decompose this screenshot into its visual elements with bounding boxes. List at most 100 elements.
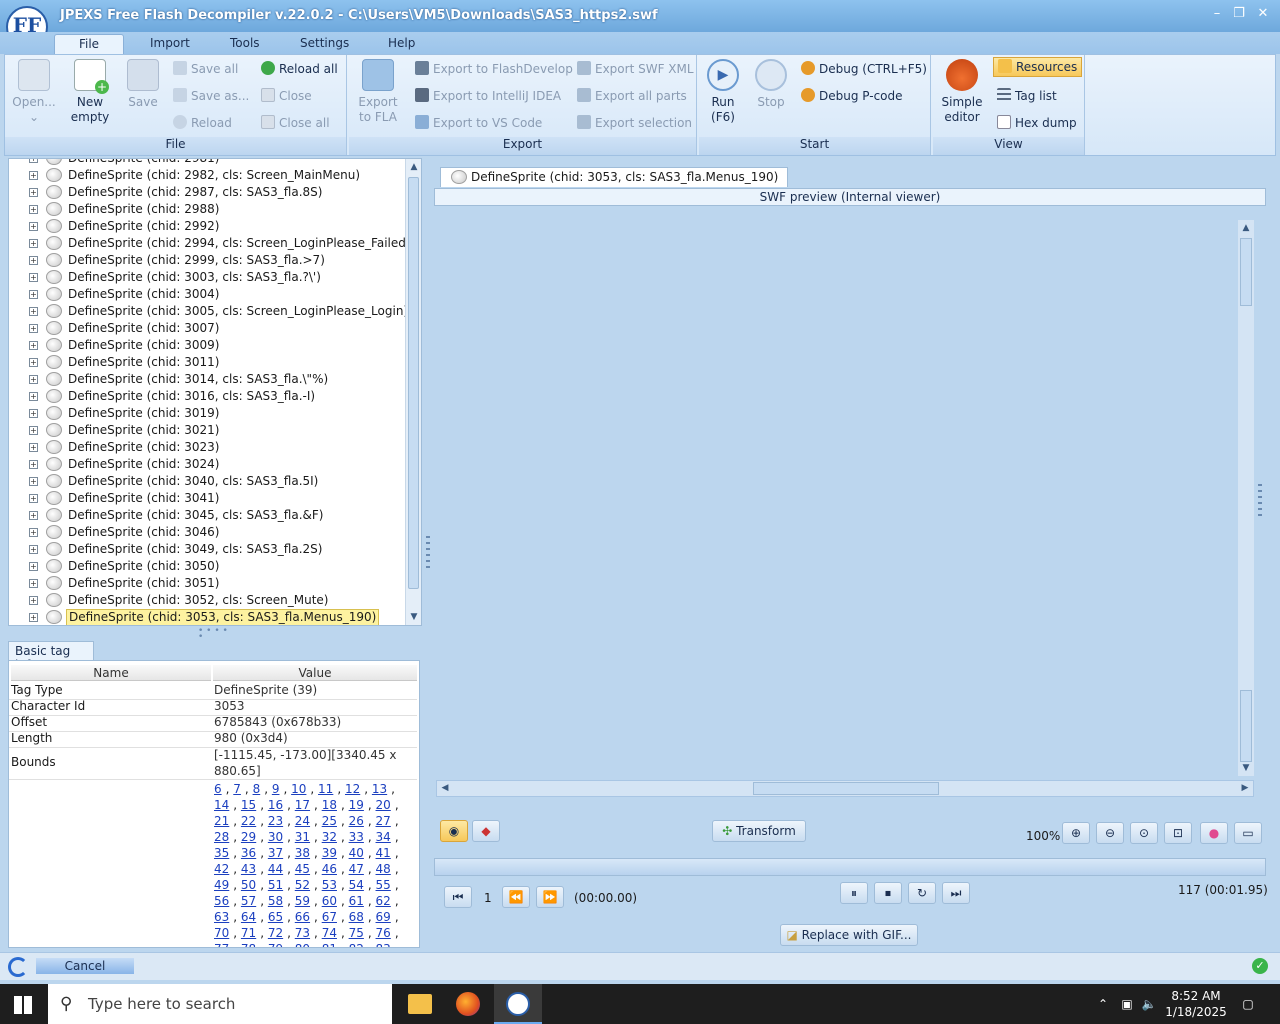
frame-link[interactable]: 65 — [268, 910, 283, 924]
frame-link[interactable]: 40 — [349, 846, 364, 860]
preview-hscrollbar[interactable]: ◀ ▶ — [436, 780, 1254, 797]
frame-link[interactable]: 21 — [214, 814, 229, 828]
frame-link[interactable]: 15 — [241, 798, 256, 812]
zoom-out-button[interactable]: ⊖ — [1096, 822, 1124, 844]
expand-icon[interactable]: + — [29, 256, 38, 265]
preview-vscrollbar[interactable]: ▲ ▼ — [1238, 220, 1254, 776]
expand-icon[interactable]: + — [29, 511, 38, 520]
frame-link[interactable]: 17 — [295, 798, 310, 812]
expand-icon[interactable]: + — [29, 613, 38, 622]
expand-icon[interactable]: + — [29, 579, 38, 588]
splitter-handle[interactable]: • • • • • — [198, 627, 228, 642]
frame-link[interactable]: 12 — [345, 782, 360, 796]
tree-item[interactable]: + DefineSprite (chid: 3023) — [9, 439, 405, 456]
expand-icon[interactable]: + — [29, 426, 38, 435]
frame-link[interactable]: 54 — [349, 878, 364, 892]
frame-link[interactable]: 77 — [214, 942, 229, 947]
firefox-icon[interactable] — [444, 984, 492, 1024]
frame-link[interactable]: 22 — [241, 814, 256, 828]
debug-pcode-button[interactable]: Debug P-code — [801, 86, 903, 106]
new-empty-button[interactable]: + New empty — [65, 57, 115, 125]
color-picker-button[interactable]: ● — [1200, 822, 1228, 844]
tree-item[interactable]: + DefineSprite (chid: 3053, cls: SAS3_fla… — [9, 609, 405, 625]
loop-button[interactable]: ↻ — [908, 882, 936, 904]
expand-icon[interactable]: + — [29, 392, 38, 401]
frame-link[interactable]: 83 — [376, 942, 391, 947]
tree-item[interactable]: + DefineSprite (chid: 3014, cls: SAS3_fla… — [9, 371, 405, 388]
tag-list-button[interactable]: Tag list — [997, 86, 1057, 106]
tree-item[interactable]: + DefineSprite (chid: 3007) — [9, 320, 405, 337]
tree-scroll-thumb[interactable] — [408, 177, 419, 589]
frame-link[interactable]: 39 — [322, 846, 337, 860]
frame-link[interactable]: 24 — [295, 814, 310, 828]
frame-link[interactable]: 58 — [268, 894, 283, 908]
save-button[interactable]: Save — [121, 57, 165, 110]
frame-link[interactable]: 50 — [241, 878, 256, 892]
tree-item[interactable]: + DefineSprite (chid: 3045, cls: SAS3_fla… — [9, 507, 405, 524]
zoom-fit-button[interactable]: ⊙ — [1130, 822, 1158, 844]
frame-link[interactable]: 79 — [268, 942, 283, 947]
run-button[interactable]: ▶ Run (F6) — [703, 57, 743, 125]
expand-icon[interactable]: + — [29, 171, 38, 180]
menu-import[interactable]: Import — [140, 34, 200, 54]
tree-item[interactable]: + DefineSprite (chid: 2982, cls: Screen_M… — [9, 167, 405, 184]
cancel-button[interactable]: Cancel — [36, 958, 134, 974]
expand-icon[interactable]: + — [29, 375, 38, 384]
frame-link[interactable]: 49 — [214, 878, 229, 892]
tree-item[interactable]: + DefineSprite (chid: 3016, cls: SAS3_fla… — [9, 388, 405, 405]
frame-link[interactable]: 61 — [349, 894, 364, 908]
preview-canvas[interactable] — [434, 208, 1256, 782]
vertical-splitter[interactable] — [426, 536, 430, 572]
close-all-button[interactable]: Close all — [261, 113, 330, 133]
frame-link[interactable]: 75 — [349, 926, 364, 940]
frame-link[interactable]: 67 — [322, 910, 337, 924]
scroll-down-icon[interactable]: ▼ — [1238, 760, 1254, 776]
frame-link[interactable]: 51 — [268, 878, 283, 892]
frame-link[interactable]: 36 — [241, 846, 256, 860]
frame-link[interactable]: 25 — [322, 814, 337, 828]
frame-link[interactable]: 27 — [376, 814, 391, 828]
expand-icon[interactable]: + — [29, 159, 38, 163]
frame-link[interactable]: 56 — [214, 894, 229, 908]
frame-link[interactable]: 16 — [268, 798, 283, 812]
sprite-tab[interactable]: DefineSprite (chid: 3053, cls: SAS3_fla.… — [440, 167, 788, 187]
close-button[interactable]: Close — [261, 86, 312, 106]
expand-icon[interactable]: + — [29, 477, 38, 486]
export-fla-button[interactable]: Export to FLA — [355, 57, 401, 125]
export-swf-xml-button[interactable]: Export SWF XML — [577, 59, 694, 79]
frame-link[interactable]: 68 — [349, 910, 364, 924]
scroll-up-icon[interactable]: ▲ — [1238, 220, 1254, 236]
resources-button[interactable]: Resources — [993, 57, 1083, 77]
scroll-down-icon[interactable]: ▼ — [406, 609, 421, 625]
ffdec-taskbar-icon[interactable] — [494, 984, 542, 1024]
frame-link[interactable]: 14 — [214, 798, 229, 812]
network-icon[interactable]: ▣ — [1118, 984, 1136, 1024]
tree-item[interactable]: + DefineSprite (chid: 2999, cls: SAS3_fla… — [9, 252, 405, 269]
tree-item[interactable]: + DefineSprite (chid: 3011) — [9, 354, 405, 371]
volume-icon[interactable]: 🔈 — [1140, 984, 1158, 1024]
scroll-up-icon[interactable]: ▲ — [406, 159, 421, 175]
menu-file[interactable]: File — [54, 34, 124, 54]
transform-button[interactable]: ✣ Transform — [712, 820, 806, 842]
tree-item[interactable]: + DefineSprite (chid: 3009) — [9, 337, 405, 354]
expand-icon[interactable]: + — [29, 545, 38, 554]
expand-icon[interactable]: + — [29, 307, 38, 316]
tree-item[interactable]: + DefineSprite (chid: 2988) — [9, 201, 405, 218]
reload-all-button[interactable]: Reload all — [261, 59, 338, 79]
frame-link[interactable]: 60 — [322, 894, 337, 908]
replace-with-gif-button[interactable]: ◪ Replace with GIF... — [780, 924, 918, 946]
frame-link[interactable]: 43 — [241, 862, 256, 876]
frame-link[interactable]: 74 — [322, 926, 337, 940]
maximize-icon[interactable]: ❐ — [1230, 6, 1248, 24]
expand-icon[interactable]: + — [29, 239, 38, 248]
tree-item[interactable]: + DefineSprite (chid: 3052, cls: Screen_M… — [9, 592, 405, 609]
frame-link[interactable]: 37 — [268, 846, 283, 860]
tree-item[interactable]: + DefineSprite (chid: 3049, cls: SAS3_fla… — [9, 541, 405, 558]
taskbar-search-input[interactable]: Type here to search — [48, 984, 392, 1024]
expand-icon[interactable]: + — [29, 205, 38, 214]
expand-icon[interactable]: + — [29, 409, 38, 418]
hex-dump-button[interactable]: Hex dump — [997, 113, 1077, 133]
prev-frame-button[interactable]: ⏪ — [502, 886, 530, 908]
expand-icon[interactable]: + — [29, 596, 38, 605]
snapshot-button[interactable]: ◆ — [472, 820, 500, 842]
